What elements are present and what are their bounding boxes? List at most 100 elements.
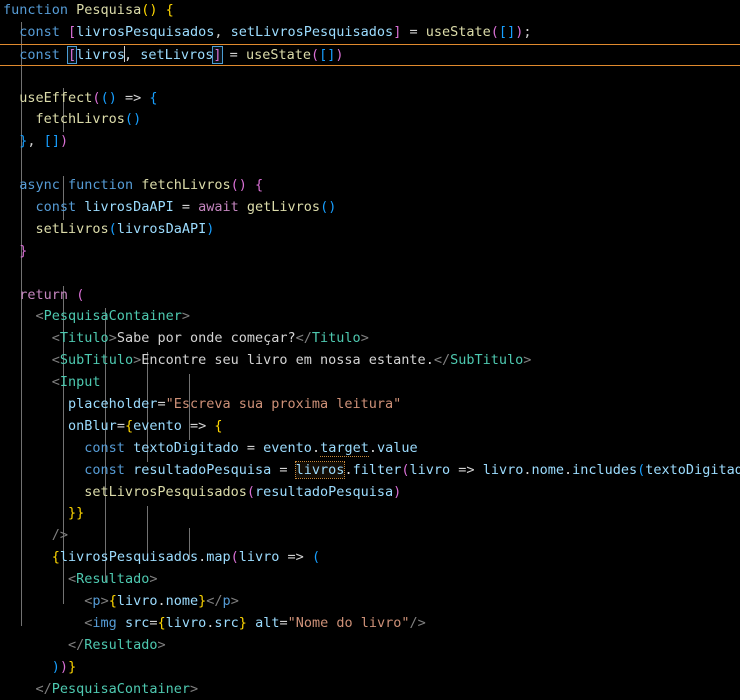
token-component-tag: SubTitulo [450, 352, 524, 369]
token-function-name: fetchLivros [141, 177, 231, 194]
token-variable: livro [165, 614, 207, 631]
token-keyword: function [3, 2, 69, 18]
code-line-12[interactable]: } [0, 241, 740, 263]
token-method: filter [352, 461, 402, 478]
code-line-10[interactable]: const livrosDaAPI = await getLivros() [0, 197, 740, 219]
token-function-name: useState [425, 23, 491, 40]
token-property: value [377, 439, 418, 456]
token-function-name: useEffect [19, 89, 93, 106]
code-line-19[interactable]: placeholder="Escreva sua proxima leitura… [0, 394, 740, 416]
token-keyword-await: await [198, 199, 239, 216]
token-function-name: setLivros [35, 220, 109, 237]
code-line-25[interactable]: /> [0, 525, 740, 547]
token-property: nome [531, 461, 564, 478]
token-component-tag: PesquisaContainer [51, 680, 190, 697]
token-variable: livro [409, 461, 451, 478]
token-jsx-attribute: src [124, 614, 150, 631]
token-component-tag: Resultado [76, 571, 150, 588]
code-line-27[interactable]: <Resultado> [0, 569, 740, 591]
code-line-20[interactable]: onBlur={evento => { [0, 416, 740, 438]
token-variable: livrosPesquisados [76, 23, 215, 40]
code-line-14[interactable]: return ( [0, 285, 740, 307]
token-keyword: const [84, 461, 125, 478]
token-html-tag: p [222, 593, 231, 610]
bracket-match-open: [ [67, 45, 78, 64]
code-line-26[interactable]: {livrosPesquisados.map(livro => ( [0, 547, 740, 569]
token-jsx-attribute: alt [255, 614, 280, 631]
occurrence-highlight-livros: livros [294, 460, 346, 479]
code-line-8-blank[interactable] [0, 153, 740, 175]
token-method: includes [572, 461, 638, 478]
token-property-target: target [320, 439, 369, 457]
token-variable: resultadoPesquisa [254, 483, 394, 500]
code-line-28[interactable]: <p>{livro.nome}</p> [0, 591, 740, 613]
token-variable: setLivros [140, 46, 214, 63]
code-line-23[interactable]: setLivrosPesquisados(resultadoPesquisa) [0, 482, 740, 504]
token-component-tag: Titulo [59, 330, 109, 347]
token-jsx-attribute: onBlur [68, 417, 117, 434]
token-keyword: const [84, 439, 125, 456]
token-variable: evento [133, 417, 182, 434]
token-keyword: const [35, 199, 77, 216]
code-line-9[interactable]: async function fetchLivros() { [0, 175, 740, 197]
token-variable: livrosDaAPI [116, 220, 207, 237]
code-line-17[interactable]: <SubTitulo>Encontre seu livro em nossa e… [0, 350, 740, 372]
token-keyword: const [19, 23, 60, 40]
token-variable: resultadoPesquisa [133, 461, 272, 478]
bracket-match-close: ] [212, 45, 223, 64]
token-variable: livro [116, 593, 158, 610]
token-component-tag: PesquisaContainer [43, 308, 182, 325]
code-line-5[interactable]: useEffect(() => { [0, 88, 740, 110]
code-line-29[interactable]: <img src={livro.src} alt="Nome do livro"… [0, 613, 740, 635]
token-component-tag: SubTitulo [59, 352, 134, 369]
token-keyword: async [19, 177, 60, 194]
token-html-tag: img [92, 614, 117, 631]
token-component-tag: Input [59, 374, 101, 391]
code-line-22[interactable]: const resultadoPesquisa = livros.filter(… [0, 460, 740, 482]
token-string: "Nome do livro" [287, 614, 410, 631]
token-method: map [206, 549, 231, 566]
jsx-text: Encontre seu livro em nossa estante. [141, 352, 434, 369]
token-function-name: setLivrosPesquisados [84, 483, 247, 500]
code-line-4-blank[interactable] [0, 66, 740, 88]
token-variable: evento [263, 439, 312, 456]
token-component-tag: Resultado [84, 636, 158, 653]
code-line-2[interactable]: const [livrosPesquisados, setLivrosPesqu… [0, 22, 740, 44]
code-line-18[interactable]: <Input [0, 372, 740, 394]
token-function-name: Pesquisa [76, 2, 142, 18]
code-line-3-current[interactable]: const [livros, setLivros] = useState([]) [0, 43, 740, 66]
token-function-name: fetchLivros [35, 111, 125, 128]
token-variable: textoDigitado [133, 439, 239, 456]
code-line-16[interactable]: <Titulo>Sabe por onde começar?</Titulo> [0, 328, 740, 350]
code-line-32[interactable]: </PesquisaContainer> [0, 679, 740, 700]
code-content[interactable]: function Pesquisa() { const [livrosPesqu… [0, 0, 740, 700]
token-jsx-attribute: placeholder [68, 396, 158, 413]
token-variable: livro [482, 461, 524, 478]
token-variable: livrosDaAPI [84, 199, 174, 216]
code-line-24[interactable]: }} [0, 503, 740, 525]
token-keyword: const [19, 46, 60, 63]
code-line-30[interactable]: </Resultado> [0, 635, 740, 657]
token-variable: livrosPesquisados [59, 549, 199, 566]
code-line-31[interactable]: ))} [0, 657, 740, 679]
token-html-tag: p [92, 593, 101, 610]
token-component-tag: Titulo [311, 330, 361, 347]
code-editor[interactable]: function Pesquisa() { const [livrosPesqu… [0, 0, 740, 700]
token-function-name: useState [245, 46, 311, 63]
code-line-13-blank[interactable] [0, 263, 740, 285]
code-line-15[interactable]: <PesquisaContainer> [0, 306, 740, 328]
token-variable: livros [76, 46, 125, 63]
token-keyword: function [68, 177, 134, 194]
code-line-6[interactable]: fetchLivros() [0, 109, 740, 131]
token-property: src [214, 614, 239, 631]
code-line-1[interactable]: function Pesquisa() { [0, 0, 740, 22]
code-line-7[interactable]: }, []) [0, 131, 740, 153]
token-variable: livro [238, 549, 280, 566]
token-variable: textoDigitado [645, 461, 740, 478]
code-line-11[interactable]: setLivros(livrosDaAPI) [0, 219, 740, 241]
jsx-text: Sabe por onde começar? [116, 330, 296, 347]
code-line-21[interactable]: const textoDigitado = evento.target.valu… [0, 438, 740, 460]
token-keyword-return: return [19, 286, 69, 303]
token-function-name: getLivros [246, 199, 321, 216]
token-property: nome [165, 593, 199, 610]
